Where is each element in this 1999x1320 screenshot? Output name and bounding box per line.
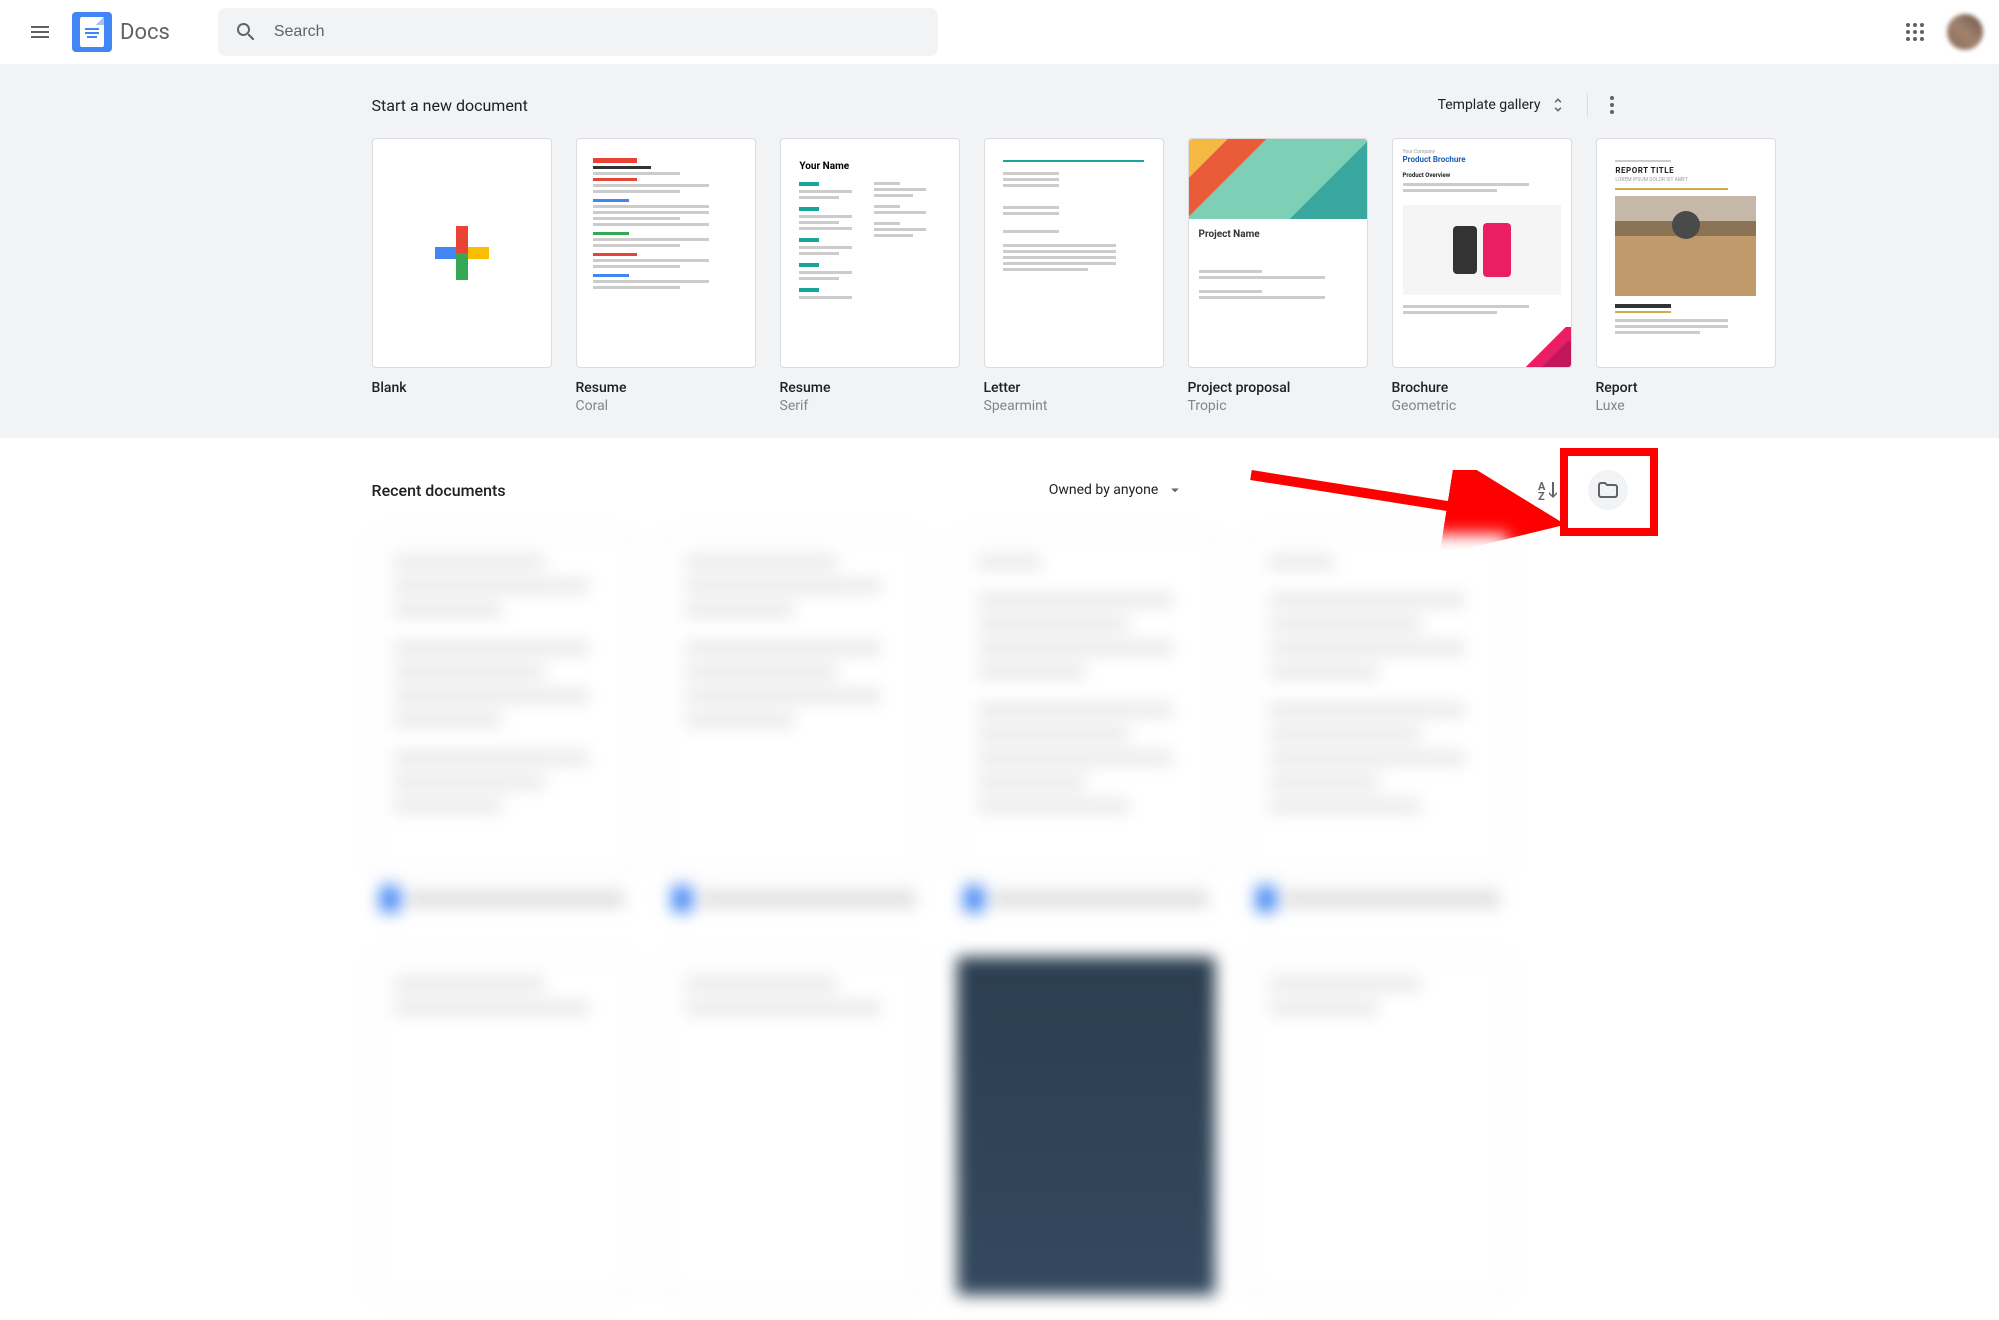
dropdown-arrow-icon	[1166, 481, 1184, 499]
templates-section: Start a new document Template gallery	[0, 64, 1999, 438]
template-name: Resume	[576, 380, 756, 396]
document-card[interactable]	[664, 956, 924, 1296]
search-bar[interactable]	[218, 8, 938, 56]
document-card[interactable]	[1248, 534, 1508, 924]
unfold-icon	[1549, 96, 1567, 114]
menu-icon	[28, 20, 52, 44]
template-report[interactable]: REPORT TITLE LOREM IPSUM DOLOR SIT AMET …	[1596, 138, 1776, 414]
template-project-proposal[interactable]: Project Name Project proposal Tropic	[1188, 138, 1368, 414]
svg-text:Z: Z	[1538, 490, 1545, 502]
template-resume-coral[interactable]: Resume Coral	[576, 138, 756, 414]
main-menu-button[interactable]	[16, 8, 64, 56]
document-card[interactable]	[956, 534, 1216, 924]
template-letter-spearmint[interactable]: Letter Spearmint	[984, 138, 1164, 414]
template-resume-serif[interactable]: Your Name	[780, 138, 960, 414]
plus-icon	[435, 226, 489, 280]
template-sub: Serif	[780, 398, 960, 414]
template-gallery-button[interactable]: Template gallery	[1426, 88, 1579, 122]
template-name: Report	[1596, 380, 1776, 396]
sort-button[interactable]: AZ	[1528, 470, 1568, 510]
recent-documents-section: Recent documents Owned by anyone AZ	[0, 438, 1999, 1320]
document-card[interactable]	[372, 534, 632, 924]
thumb-text: REPORT TITLE	[1615, 165, 1755, 176]
list-view-button[interactable]	[1468, 470, 1508, 510]
template-name: Brochure	[1392, 380, 1572, 396]
sort-az-icon: AZ	[1536, 478, 1560, 502]
templates-more-button[interactable]	[1596, 89, 1628, 121]
thumb-text: Product Overview	[1403, 172, 1561, 179]
template-blank[interactable]: Blank	[372, 138, 552, 414]
app-header: Docs	[0, 0, 1999, 64]
account-avatar[interactable]	[1947, 14, 1983, 50]
google-apps-button[interactable]	[1895, 12, 1935, 52]
thumb-text: Your Name	[799, 160, 939, 174]
template-name: Blank	[372, 380, 552, 396]
app-title: Docs	[120, 20, 170, 45]
document-card[interactable]	[664, 534, 924, 924]
template-sub: Luxe	[1596, 398, 1776, 414]
template-gallery-label: Template gallery	[1438, 97, 1541, 113]
document-card[interactable]	[956, 956, 1216, 1296]
owner-filter-label: Owned by anyone	[1049, 482, 1159, 498]
docs-logo-link[interactable]: Docs	[72, 12, 170, 52]
open-file-picker-button[interactable]	[1588, 470, 1628, 510]
search-input[interactable]	[274, 23, 922, 41]
list-view-icon	[1476, 478, 1500, 502]
document-card[interactable]	[1248, 956, 1508, 1296]
template-sub: Coral	[576, 398, 756, 414]
template-sub: Tropic	[1188, 398, 1368, 414]
template-brochure[interactable]: Your Company Product Brochure Product Ov…	[1392, 138, 1572, 414]
templates-section-title: Start a new document	[372, 96, 528, 115]
thumb-text: Project Name	[1199, 229, 1357, 240]
more-vert-icon	[1600, 93, 1624, 117]
recent-section-title: Recent documents	[372, 481, 506, 500]
divider	[1587, 93, 1588, 117]
template-name: Letter	[984, 380, 1164, 396]
folder-icon	[1596, 478, 1620, 502]
template-name: Project proposal	[1188, 380, 1368, 396]
thumb-text: Product Brochure	[1403, 155, 1561, 164]
thumb-text: LOREM IPSUM DOLOR SIT AMET	[1615, 177, 1755, 184]
template-sub: Geometric	[1392, 398, 1572, 414]
owner-filter-dropdown[interactable]: Owned by anyone	[1041, 473, 1193, 507]
search-icon	[234, 20, 258, 44]
apps-grid-icon	[1903, 20, 1927, 44]
document-card[interactable]	[372, 956, 632, 1296]
template-name: Resume	[780, 380, 960, 396]
template-sub: Spearmint	[984, 398, 1164, 414]
docs-logo-icon	[72, 12, 112, 52]
